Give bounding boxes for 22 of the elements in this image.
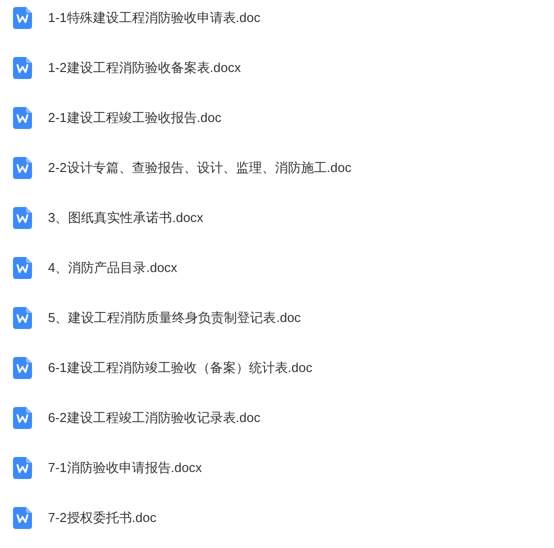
file-name[interactable]: 2-1建设工程竣工验收报告.doc xyxy=(48,108,222,128)
file-name[interactable]: 3、图纸真实性承诺书.docx xyxy=(48,208,204,228)
document-icon xyxy=(13,307,32,329)
document-icon xyxy=(13,107,32,129)
document-icon xyxy=(13,7,32,29)
file-name[interactable]: 5、建设工程消防质量终身负责制登记表.doc xyxy=(48,308,301,328)
document-icon xyxy=(13,507,32,529)
document-icon xyxy=(13,357,32,379)
document-icon xyxy=(13,207,32,229)
document-icon xyxy=(13,257,32,279)
document-icon xyxy=(13,57,32,79)
file-name[interactable]: 6-2建设工程竣工消防验收记录表.doc xyxy=(48,408,260,428)
file-name[interactable]: 2-2设计专篇、查验报告、设计、监理、消防施工.doc xyxy=(48,158,352,178)
file-name[interactable]: 4、消防产品目录.docx xyxy=(48,258,178,278)
file-name[interactable]: 6-1建设工程消防竣工验收（备案）统计表.doc xyxy=(48,358,312,378)
file-name[interactable]: 1-1特殊建设工程消防验收申请表.doc xyxy=(48,8,260,28)
document-icon xyxy=(13,407,32,429)
document-icon xyxy=(13,457,32,479)
file-name[interactable]: 7-2授权委托书.doc xyxy=(48,508,156,528)
file-name[interactable]: 1-2建设工程消防验收备案表.docx xyxy=(48,58,241,78)
document-icon xyxy=(13,157,32,179)
file-name[interactable]: 7-1消防验收申请报告.docx xyxy=(48,458,202,478)
